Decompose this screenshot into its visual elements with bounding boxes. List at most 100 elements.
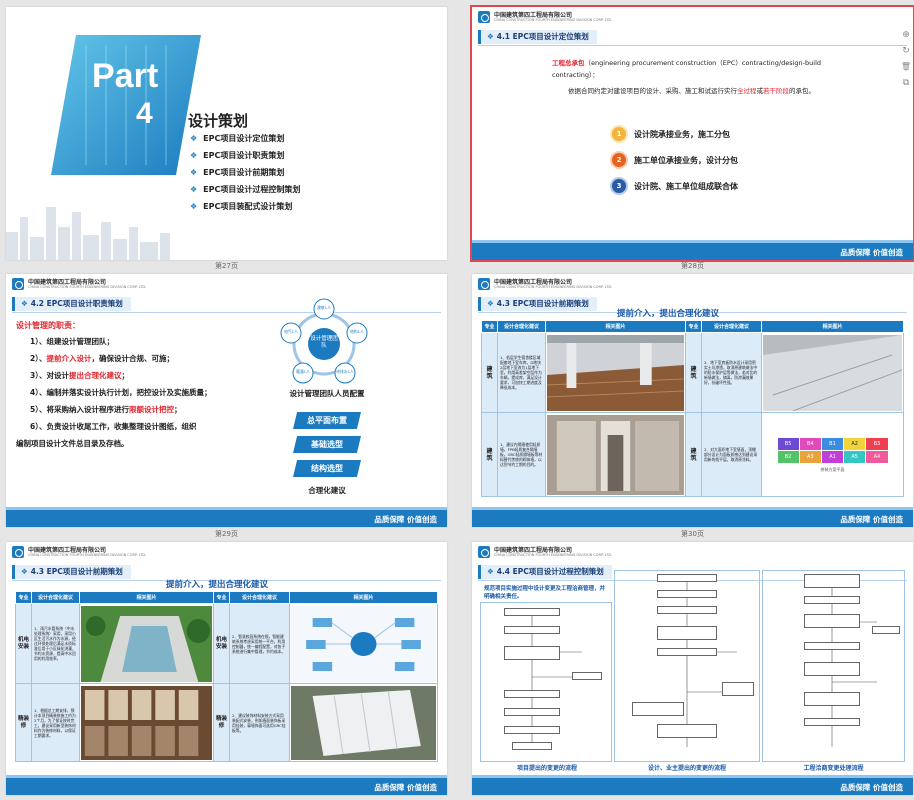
slide-thumbnail-29[interactable]: 中国建筑第四工程局有限公司 CHINA CONSTRUCTION FOURTH … (6, 274, 447, 527)
proposal-cell: 2、地下室底板防水设计采用密实土坑渗透，取消原建筑做法中的防水保护层等做法，若对… (701, 332, 762, 413)
photo-cell (289, 603, 438, 684)
flowchart-node (572, 672, 602, 680)
team-node: 给排水1人 (336, 369, 354, 374)
agenda-item: ❖ EPC项目设计过程控制策划 (190, 185, 301, 194)
section-title: ❖ 4.2 EPC项目设计职责策划 (12, 297, 131, 311)
table-header: 专业 (685, 320, 702, 333)
proposal-cell: 1、根据总工期安排，预计本项目精装修施工约为2个月，为了保证按时完工，建议采用新… (31, 683, 80, 762)
table-header: 设计合理化建议 (31, 591, 80, 604)
tile-samples-photo (81, 685, 212, 760)
zone-label: A3 (799, 451, 821, 463)
section-title: ❖ 4.3 EPC项目设计前期策划 (478, 297, 597, 311)
slide-thumbnail-30[interactable]: 中国建筑第四工程局有限公司 CHINA CONSTRUCTION FOURTH … (472, 274, 913, 527)
slide-thumbnail-27[interactable]: Part 4 设计策划 ❖ EPC项目设计定位策划 ❖ EPC项目设计职责策划 ❖ E… (6, 7, 447, 260)
zone-label: B2 (777, 451, 799, 463)
table-header: 相关图片 (289, 591, 438, 604)
part-cover-graphic (51, 35, 201, 175)
duty-list: 1）、组建设计管理团队； 2）、提前介入设计，确保设计合规、可施； 3）、对设计… (16, 336, 270, 455)
proposal-cell: 1、雨污水管系统（中水处理系统）采用，采用小区生活污水作为水源，经过环保处理后满… (31, 603, 80, 684)
flowchart-node (804, 596, 860, 604)
company-logo-icon (478, 11, 490, 23)
option-item: 3 设计院、施工单位组成联合体 (612, 178, 738, 194)
diamond-bullet-icon: ❖ (21, 567, 28, 576)
discipline-cell: 机电安装 (213, 603, 230, 684)
slide-footer: 品质保障 价值创造 (472, 510, 913, 527)
table-header: 设计合理化建议 (497, 320, 546, 333)
company-logo-icon (478, 278, 490, 290)
flowchart-node (804, 574, 860, 588)
add-slide-icon[interactable]: ⊕ (900, 30, 912, 42)
thumbnail-side-toolbar: ⊕ ↻ 🗑 ⧉ (900, 30, 914, 90)
discipline-cell: 建筑 (481, 412, 498, 497)
flowchart-node (872, 626, 900, 634)
proposal-table: 专业 设计合理化建议 相关图片 专业 设计合理化建议 相关图片 建筑 1、低层学… (481, 320, 904, 497)
slide-footer: 品质保障 价值创造 (472, 243, 913, 260)
slide-footer: 品质保障 价值创造 (6, 510, 447, 527)
flowchart-node (657, 590, 717, 598)
diamond-bullet-icon: ❖ (190, 168, 198, 177)
delete-icon[interactable]: 🗑 (900, 62, 912, 74)
agenda-item: ❖ EPC项目设计定位策划 (190, 134, 285, 143)
list-item: 编制项目设计文件总目录及存档。 (16, 439, 129, 448)
discipline-cell: 建筑 (685, 332, 702, 413)
slide-thumbnail-32[interactable]: 中国建筑第四工程局有限公司 CHINA CONSTRUCTION FOURTH … (472, 542, 913, 795)
company-logo-icon (12, 278, 24, 290)
photo-cell (545, 332, 686, 413)
agenda-item: ❖ EPC项目装配式设计策划 (190, 202, 293, 211)
epc-definition: 工程总承包（engineering procurement constructi… (552, 59, 821, 79)
slide-header: 中国建筑第四工程局有限公司 CHINA CONSTRUCTION FOURTH … (472, 7, 913, 27)
flowchart-node (657, 724, 717, 738)
copy-icon[interactable]: ⧉ (900, 78, 912, 90)
photo-cell (79, 603, 214, 684)
diamond-bullet-icon: ❖ (190, 202, 198, 211)
zone-label: B1 (821, 438, 844, 450)
table-header: 专业 (213, 591, 230, 604)
section-divider (12, 312, 441, 313)
list-item: 1）、组建设计管理团队； (30, 337, 114, 346)
zone-label: A4 (866, 451, 888, 463)
slide-thumbnail-28[interactable]: 中国建筑第四工程局有限公司 CHINA CONSTRUCTION FOURTH … (470, 5, 914, 262)
rotate-icon[interactable]: ↻ (900, 46, 912, 58)
epc-description: 依据合同约定对建设项目的设计、采购、施工和试运行实行全过程或若干阶段的承包。 (568, 87, 815, 95)
flowchart-node (804, 692, 860, 706)
discipline-cell: 建筑 (685, 412, 702, 497)
page-number: 第28页 (681, 262, 704, 270)
zone-diagram-caption: 拼装方案平面 (820, 467, 845, 472)
flowchart-node (804, 662, 860, 676)
flowchart-node (504, 626, 560, 634)
zone-label: A2 (844, 438, 866, 450)
option-number-badge: 3 (612, 179, 626, 193)
partition-wall-photo (547, 414, 684, 495)
agenda-list: ❖ EPC项目设计定位策划 ❖ EPC项目设计职责策划 ❖ EPC项目设计前期策划 ❖… (190, 133, 300, 218)
zone-label: B4 (799, 438, 821, 450)
proposal-table: 专业 设计合理化建议 相关图片 专业 设计合理化建议 相关图片 机电安装 1、雨… (15, 591, 438, 762)
company-name-en: CHINA CONSTRUCTION FOURTH ENGINEERING DI… (28, 285, 147, 289)
team-node: 结构1人 (350, 329, 364, 334)
slide-footer: 品质保障 价值创造 (472, 778, 913, 795)
proposal-cell: 2、建议装饰材料安装方式采用装配式安装，例如墙面装饰板采用挂装，幕墙饰面可选用G… (229, 683, 290, 762)
flowchart-node (504, 708, 560, 716)
smart-campus-diagram (291, 605, 436, 682)
page-number: 第29页 (215, 530, 238, 538)
discipline-cell: 机电安装 (15, 603, 32, 684)
diamond-bullet-icon: ❖ (487, 299, 494, 308)
slide-thumbnail-31[interactable]: 中国建筑第四工程局有限公司 CHINA CONSTRUCTION FOURTH … (6, 542, 447, 795)
diamond-bullet-icon: ❖ (21, 299, 28, 308)
flowchart-node (804, 614, 860, 628)
slide-header: 中国建筑第四工程局有限公司 CHINA CONSTRUCTION FOURTH … (6, 542, 447, 562)
company-name-en: CHINA CONSTRUCTION FOURTH ENGINEERING DI… (494, 285, 613, 289)
headline: 提前介入，提出合理化建议 (617, 309, 720, 319)
flowchart-caption: 工程洽商变更处理流程 (803, 765, 864, 772)
city-skyline-image (6, 207, 170, 260)
table-header: 设计合理化建议 (701, 320, 762, 333)
proposal-cell: 2、智慧校园系统在规，智能建筑系统考虑采用统一平台，利用控制器，统一编程配置，对… (229, 603, 290, 684)
slide-header: 中国建筑第四工程局有限公司 CHINA CONSTRUCTION FOURTH … (472, 274, 913, 294)
flowchart-caption: 设计、业主提出的变更的流程 (647, 765, 726, 772)
parking-garage-photo (547, 334, 684, 411)
table-header: 相关图片 (79, 591, 214, 604)
flowchart-node (504, 646, 560, 660)
proposal-box: 总平面布置 (293, 412, 361, 429)
proposal-caption: 合理化建议 (308, 486, 346, 495)
company-logo-icon (12, 546, 24, 558)
list-item: 3）、对设计提出合理化建议； (30, 371, 129, 380)
